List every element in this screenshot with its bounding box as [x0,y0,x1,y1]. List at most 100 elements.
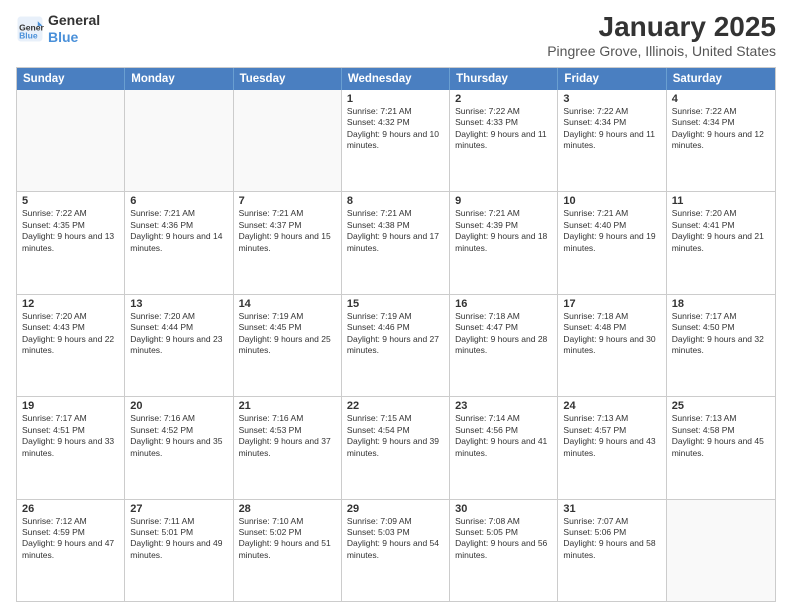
day-cell-11: 11Sunrise: 7:20 AM Sunset: 4:41 PM Dayli… [667,192,775,293]
day-cell-empty [125,90,233,191]
calendar-subtitle: Pingree Grove, Illinois, United States [547,43,776,59]
day-cell-5: 5Sunrise: 7:22 AM Sunset: 4:35 PM Daylig… [17,192,125,293]
day-info: Sunrise: 7:20 AM Sunset: 4:41 PM Dayligh… [672,208,770,254]
day-number: 23 [455,400,552,412]
day-number: 11 [672,195,770,207]
day-number: 4 [672,93,770,105]
header-day-sunday: Sunday [17,68,125,90]
day-cell-13: 13Sunrise: 7:20 AM Sunset: 4:44 PM Dayli… [125,295,233,396]
day-info: Sunrise: 7:22 AM Sunset: 4:34 PM Dayligh… [672,106,770,152]
day-number: 12 [22,298,119,310]
day-cell-8: 8Sunrise: 7:21 AM Sunset: 4:38 PM Daylig… [342,192,450,293]
day-cell-6: 6Sunrise: 7:21 AM Sunset: 4:36 PM Daylig… [125,192,233,293]
day-number: 5 [22,195,119,207]
logo-icon: General Blue [16,15,44,43]
day-number: 29 [347,503,444,515]
day-number: 19 [22,400,119,412]
day-info: Sunrise: 7:13 AM Sunset: 4:58 PM Dayligh… [672,413,770,459]
day-number: 1 [347,93,444,105]
day-number: 24 [563,400,660,412]
header: General Blue General Blue January 2025 P… [16,12,776,59]
day-info: Sunrise: 7:15 AM Sunset: 4:54 PM Dayligh… [347,413,444,459]
day-info: Sunrise: 7:13 AM Sunset: 4:57 PM Dayligh… [563,413,660,459]
day-info: Sunrise: 7:22 AM Sunset: 4:35 PM Dayligh… [22,208,119,254]
title-block: January 2025 Pingree Grove, Illinois, Un… [547,12,776,59]
day-cell-17: 17Sunrise: 7:18 AM Sunset: 4:48 PM Dayli… [558,295,666,396]
day-number: 18 [672,298,770,310]
logo-text-blue: Blue [48,29,100,46]
day-info: Sunrise: 7:21 AM Sunset: 4:39 PM Dayligh… [455,208,552,254]
day-cell-14: 14Sunrise: 7:19 AM Sunset: 4:45 PM Dayli… [234,295,342,396]
day-cell-16: 16Sunrise: 7:18 AM Sunset: 4:47 PM Dayli… [450,295,558,396]
week-row-2: 5Sunrise: 7:22 AM Sunset: 4:35 PM Daylig… [17,192,775,294]
day-info: Sunrise: 7:20 AM Sunset: 4:44 PM Dayligh… [130,311,227,357]
day-cell-22: 22Sunrise: 7:15 AM Sunset: 4:54 PM Dayli… [342,397,450,498]
day-info: Sunrise: 7:22 AM Sunset: 4:34 PM Dayligh… [563,106,660,152]
day-cell-empty [17,90,125,191]
day-info: Sunrise: 7:11 AM Sunset: 5:01 PM Dayligh… [130,516,227,562]
calendar: SundayMondayTuesdayWednesdayThursdayFrid… [16,67,776,602]
day-info: Sunrise: 7:17 AM Sunset: 4:51 PM Dayligh… [22,413,119,459]
day-cell-31: 31Sunrise: 7:07 AM Sunset: 5:06 PM Dayli… [558,500,666,601]
day-cell-19: 19Sunrise: 7:17 AM Sunset: 4:51 PM Dayli… [17,397,125,498]
day-info: Sunrise: 7:14 AM Sunset: 4:56 PM Dayligh… [455,413,552,459]
day-number: 3 [563,93,660,105]
day-number: 21 [239,400,336,412]
day-cell-28: 28Sunrise: 7:10 AM Sunset: 5:02 PM Dayli… [234,500,342,601]
day-cell-1: 1Sunrise: 7:21 AM Sunset: 4:32 PM Daylig… [342,90,450,191]
day-cell-2: 2Sunrise: 7:22 AM Sunset: 4:33 PM Daylig… [450,90,558,191]
day-cell-18: 18Sunrise: 7:17 AM Sunset: 4:50 PM Dayli… [667,295,775,396]
day-number: 15 [347,298,444,310]
day-number: 27 [130,503,227,515]
day-cell-26: 26Sunrise: 7:12 AM Sunset: 4:59 PM Dayli… [17,500,125,601]
day-info: Sunrise: 7:21 AM Sunset: 4:36 PM Dayligh… [130,208,227,254]
logo-text-general: General [48,12,100,29]
day-info: Sunrise: 7:21 AM Sunset: 4:32 PM Dayligh… [347,106,444,152]
day-cell-7: 7Sunrise: 7:21 AM Sunset: 4:37 PM Daylig… [234,192,342,293]
day-info: Sunrise: 7:19 AM Sunset: 4:45 PM Dayligh… [239,311,336,357]
day-number: 16 [455,298,552,310]
day-number: 7 [239,195,336,207]
day-cell-12: 12Sunrise: 7:20 AM Sunset: 4:43 PM Dayli… [17,295,125,396]
day-cell-30: 30Sunrise: 7:08 AM Sunset: 5:05 PM Dayli… [450,500,558,601]
calendar-body: 1Sunrise: 7:21 AM Sunset: 4:32 PM Daylig… [17,90,775,601]
header-day-monday: Monday [125,68,233,90]
day-number: 25 [672,400,770,412]
header-day-friday: Friday [558,68,666,90]
day-info: Sunrise: 7:09 AM Sunset: 5:03 PM Dayligh… [347,516,444,562]
day-number: 31 [563,503,660,515]
day-cell-27: 27Sunrise: 7:11 AM Sunset: 5:01 PM Dayli… [125,500,233,601]
day-info: Sunrise: 7:07 AM Sunset: 5:06 PM Dayligh… [563,516,660,562]
day-cell-9: 9Sunrise: 7:21 AM Sunset: 4:39 PM Daylig… [450,192,558,293]
header-day-saturday: Saturday [667,68,775,90]
day-info: Sunrise: 7:17 AM Sunset: 4:50 PM Dayligh… [672,311,770,357]
day-info: Sunrise: 7:10 AM Sunset: 5:02 PM Dayligh… [239,516,336,562]
day-number: 30 [455,503,552,515]
calendar-title: January 2025 [547,12,776,43]
week-row-5: 26Sunrise: 7:12 AM Sunset: 4:59 PM Dayli… [17,500,775,601]
day-number: 2 [455,93,552,105]
day-number: 6 [130,195,227,207]
day-cell-29: 29Sunrise: 7:09 AM Sunset: 5:03 PM Dayli… [342,500,450,601]
day-number: 22 [347,400,444,412]
day-info: Sunrise: 7:18 AM Sunset: 4:48 PM Dayligh… [563,311,660,357]
day-number: 26 [22,503,119,515]
day-number: 20 [130,400,227,412]
header-day-tuesday: Tuesday [234,68,342,90]
svg-text:Blue: Blue [19,30,38,40]
day-info: Sunrise: 7:08 AM Sunset: 5:05 PM Dayligh… [455,516,552,562]
header-day-wednesday: Wednesday [342,68,450,90]
week-row-3: 12Sunrise: 7:20 AM Sunset: 4:43 PM Dayli… [17,295,775,397]
day-info: Sunrise: 7:20 AM Sunset: 4:43 PM Dayligh… [22,311,119,357]
day-info: Sunrise: 7:18 AM Sunset: 4:47 PM Dayligh… [455,311,552,357]
logo: General Blue General Blue [16,12,100,46]
week-row-1: 1Sunrise: 7:21 AM Sunset: 4:32 PM Daylig… [17,90,775,192]
day-number: 10 [563,195,660,207]
day-number: 8 [347,195,444,207]
day-cell-10: 10Sunrise: 7:21 AM Sunset: 4:40 PM Dayli… [558,192,666,293]
day-number: 13 [130,298,227,310]
day-info: Sunrise: 7:12 AM Sunset: 4:59 PM Dayligh… [22,516,119,562]
day-number: 28 [239,503,336,515]
day-info: Sunrise: 7:21 AM Sunset: 4:37 PM Dayligh… [239,208,336,254]
day-cell-24: 24Sunrise: 7:13 AM Sunset: 4:57 PM Dayli… [558,397,666,498]
